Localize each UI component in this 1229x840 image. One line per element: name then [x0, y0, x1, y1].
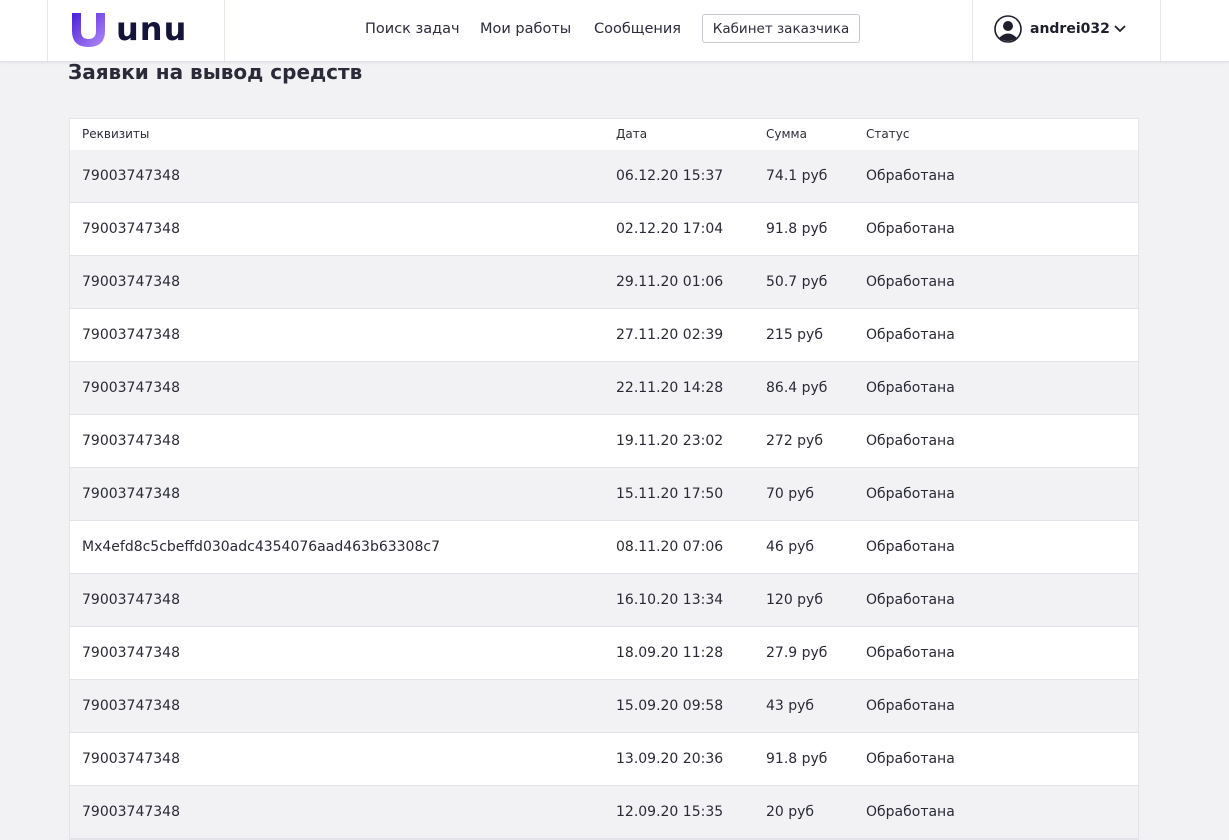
cell-status: Обработана — [866, 804, 955, 820]
cell-date: 12.09.20 15:35 — [616, 804, 724, 820]
table-row: 79003747348 13.09.20 20:36 91.8 руб Обра… — [70, 733, 1138, 786]
cell-amount: 50.7 руб — [766, 274, 828, 290]
cell-amount: 272 руб — [766, 433, 823, 449]
header-divider — [224, 0, 225, 61]
cell-date: 18.09.20 11:28 — [616, 645, 724, 661]
cell-amount: 120 руб — [766, 592, 823, 608]
cell-amount: 74.1 руб — [766, 168, 828, 184]
user-avatar-icon — [994, 15, 1022, 43]
customer-cabinet-button[interactable]: Кабинет заказчика — [702, 14, 860, 43]
username: andrei032 — [1030, 21, 1110, 37]
cell-requisites: 79003747348 — [82, 274, 180, 290]
table-row: 79003747348 06.12.20 15:37 74.1 руб Обра… — [70, 150, 1138, 203]
cell-requisites: 79003747348 — [82, 221, 180, 237]
cell-requisites: 79003747348 — [82, 327, 180, 343]
table-row: 79003747348 02.12.20 17:04 91.8 руб Обра… — [70, 203, 1138, 256]
table-row: 79003747348 15.09.20 09:58 43 руб Обрабо… — [70, 680, 1138, 733]
nav-messages[interactable]: Сообщения — [594, 21, 681, 37]
table-header: Реквизиты Дата Сумма Статус — [70, 119, 1138, 150]
page-title: Заявки на вывод средств — [68, 60, 363, 84]
cell-requisites: 79003747348 — [82, 698, 180, 714]
withdrawals-table: Реквизиты Дата Сумма Статус 79003747348 … — [69, 118, 1139, 840]
cell-status: Обработана — [866, 327, 955, 343]
cell-amount: 20 руб — [766, 804, 815, 820]
cell-date: 27.11.20 02:39 — [616, 327, 724, 343]
cell-status: Обработана — [866, 433, 955, 449]
header-divider — [47, 0, 48, 61]
cell-status: Обработана — [866, 698, 955, 714]
cell-requisites: 79003747348 — [82, 804, 180, 820]
cell-status: Обработана — [866, 486, 955, 502]
cell-requisites: 79003747348 — [82, 592, 180, 608]
table-row: Mx4efd8c5cbeffd030adc4354076aad463b63308… — [70, 521, 1138, 574]
cell-requisites: Mx4efd8c5cbeffd030adc4354076aad463b63308… — [82, 539, 440, 555]
cell-status: Обработана — [866, 221, 955, 237]
user-menu[interactable]: andrei032 — [994, 15, 1126, 43]
header-divider — [1160, 0, 1161, 61]
cell-date: 19.11.20 23:02 — [616, 433, 724, 449]
chevron-down-icon — [1114, 25, 1126, 33]
column-header-date: Дата — [616, 127, 648, 141]
cell-date: 29.11.20 01:06 — [616, 274, 724, 290]
column-header-amount: Сумма — [766, 127, 807, 141]
cell-date: 22.11.20 14:28 — [616, 380, 724, 396]
cell-amount: 27.9 руб — [766, 645, 828, 661]
cell-requisites: 79003747348 — [82, 645, 180, 661]
cell-amount: 70 руб — [766, 486, 815, 502]
unu-logo-icon — [72, 12, 105, 47]
column-header-requisites: Реквизиты — [82, 127, 150, 141]
cell-requisites: 79003747348 — [82, 486, 180, 502]
logo[interactable]: unu — [70, 10, 187, 48]
cell-requisites: 79003747348 — [82, 380, 180, 396]
nav-search-tasks[interactable]: Поиск задач — [365, 21, 460, 37]
nav-my-works[interactable]: Мои работы — [480, 21, 571, 37]
cell-amount: 86.4 руб — [766, 380, 828, 396]
cell-date: 08.11.20 07:06 — [616, 539, 724, 555]
cell-status: Обработана — [866, 645, 955, 661]
cell-requisites: 79003747348 — [82, 433, 180, 449]
table-row: 79003747348 18.09.20 11:28 27.9 руб Обра… — [70, 627, 1138, 680]
table-row: 79003747348 29.11.20 01:06 50.7 руб Обра… — [70, 256, 1138, 309]
table-row: 79003747348 16.10.20 13:34 120 руб Обраб… — [70, 574, 1138, 627]
cell-status: Обработана — [866, 539, 955, 555]
cell-amount: 43 руб — [766, 698, 815, 714]
cell-amount: 46 руб — [766, 539, 815, 555]
table-row: 79003747348 19.11.20 23:02 272 руб Обраб… — [70, 415, 1138, 468]
cell-amount: 91.8 руб — [766, 221, 828, 237]
cell-date: 16.10.20 13:34 — [616, 592, 724, 608]
top-header: unu Поиск задач Мои работы Сообщения Каб… — [0, 0, 1229, 62]
cell-date: 06.12.20 15:37 — [616, 168, 724, 184]
table-row: 79003747348 12.09.20 15:35 20 руб Обрабо… — [70, 786, 1138, 839]
cell-status: Обработана — [866, 274, 955, 290]
cell-date: 02.12.20 17:04 — [616, 221, 724, 237]
cell-amount: 215 руб — [766, 327, 823, 343]
header-divider — [972, 0, 973, 61]
table-row: 79003747348 15.11.20 17:50 70 руб Обрабо… — [70, 468, 1138, 521]
cell-date: 15.09.20 09:58 — [616, 698, 724, 714]
cell-date: 13.09.20 20:36 — [616, 751, 724, 767]
cell-date: 15.11.20 17:50 — [616, 486, 724, 502]
table-row: 79003747348 22.11.20 14:28 86.4 руб Обра… — [70, 362, 1138, 415]
logo-text: unu — [116, 9, 188, 48]
cell-amount: 91.8 руб — [766, 751, 828, 767]
cell-status: Обработана — [866, 380, 955, 396]
cell-requisites: 79003747348 — [82, 751, 180, 767]
cell-requisites: 79003747348 — [82, 168, 180, 184]
table-row: 79003747348 27.11.20 02:39 215 руб Обраб… — [70, 309, 1138, 362]
column-header-status: Статус — [866, 127, 910, 141]
cell-status: Обработана — [866, 592, 955, 608]
cell-status: Обработана — [866, 751, 955, 767]
cell-status: Обработана — [866, 168, 955, 184]
